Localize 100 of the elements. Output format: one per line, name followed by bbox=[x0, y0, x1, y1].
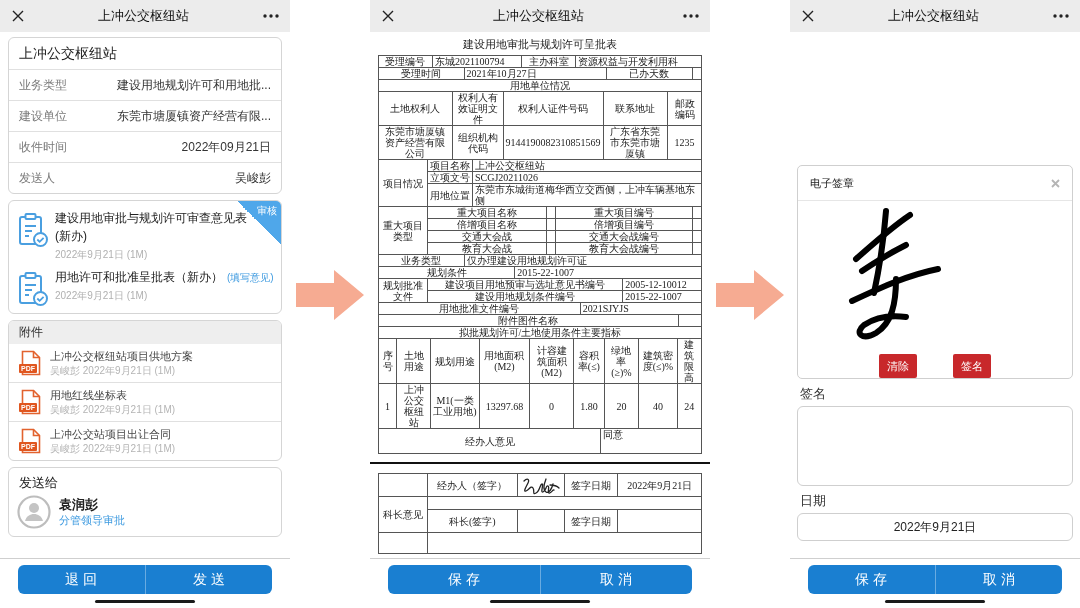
table-cell: 倍增项目名称 bbox=[427, 218, 547, 231]
more-icon[interactable] bbox=[263, 14, 279, 18]
table-cell: 同意 bbox=[600, 428, 702, 454]
table-cell: 序号 bbox=[378, 338, 397, 384]
table-cell: 用地面积(M2) bbox=[479, 338, 530, 384]
table-cell: 仅办理建设用地规划许可证 bbox=[464, 254, 702, 267]
table-cell: 拟批规划许可/土地使用条件主要指标 bbox=[378, 326, 702, 339]
attachment-name[interactable]: 上冲公交枢纽站项目供地方案 bbox=[50, 348, 193, 364]
table-cell: 业务类型 bbox=[378, 254, 464, 267]
page-title: 上冲公交枢纽站 bbox=[97, 7, 190, 25]
action-button[interactable]: 取 消 bbox=[934, 565, 1062, 594]
table-cell: 重大项目名称 bbox=[427, 206, 547, 219]
table-cell: 权利人有效证明文件 bbox=[452, 91, 503, 126]
table-cell: 绿地率(≥)% bbox=[604, 338, 639, 384]
action-button[interactable]: 保 存 bbox=[808, 565, 935, 594]
field-value: 2022年09月21日 bbox=[181, 138, 271, 156]
table-cell: 项目情况 bbox=[378, 159, 428, 207]
action-button[interactable]: 取 消 bbox=[539, 565, 692, 594]
table-cell: 2015-22-1007 bbox=[622, 290, 702, 303]
avatar-icon bbox=[17, 495, 51, 529]
table-cell: 东城2021100794 bbox=[432, 55, 522, 68]
field-label: 签名 bbox=[800, 386, 827, 402]
more-icon[interactable] bbox=[683, 14, 699, 18]
table-cell: 科长(签字) bbox=[427, 509, 518, 533]
table-cell: 建设项目用地预审与选址意见书编号 bbox=[427, 278, 623, 291]
attachment-meta: 吴峻彭 2022年9月21日 (1M) bbox=[50, 403, 176, 417]
table-cell: 经办人（签字） bbox=[427, 473, 518, 497]
table-cell: 2021SJYJS bbox=[580, 302, 702, 315]
table-cell: 重大项目编号 bbox=[555, 206, 693, 219]
table-cell: 计容建筑面积(M2) bbox=[529, 338, 574, 384]
form-date: 2022年9月21日 (1M) bbox=[55, 248, 149, 262]
table-cell: 重大项目类型 bbox=[378, 206, 428, 255]
table-cell: 土地权利人 bbox=[378, 91, 452, 126]
table-cell: 立项文号 bbox=[427, 171, 473, 184]
table-cell: 东莞市塘厦镇资产经营有限公司 bbox=[378, 125, 452, 160]
table-cell: 签字日期 bbox=[564, 473, 618, 497]
fill-opinion-link[interactable]: (填写意见) bbox=[227, 271, 274, 285]
form-date: 2022年9月21日 (1M) bbox=[55, 289, 149, 303]
table-cell: 容积率(≤) bbox=[573, 338, 604, 384]
dialog-button[interactable]: 签名 bbox=[953, 354, 991, 378]
table-cell: 9144190082310851569 bbox=[503, 125, 603, 160]
field-value: 东莞市塘厦镇资产经营有限... bbox=[117, 107, 271, 125]
table-cell: 权利人证件号码 bbox=[503, 91, 603, 126]
table-cell: 2022年9月21日 bbox=[617, 473, 702, 497]
recipient-name: 袁润彭 bbox=[59, 496, 99, 513]
section-title: 发送给 bbox=[18, 474, 59, 492]
table-cell: 科长意见 bbox=[378, 496, 428, 533]
form-title[interactable]: 建设用地审批与规划许可审查意见表(新办) bbox=[55, 209, 248, 245]
table-cell: SCGJ20211026 bbox=[472, 171, 702, 184]
table-cell: 用地单位情况 bbox=[378, 79, 702, 92]
table-cell: 交通大会战编号 bbox=[555, 230, 693, 243]
field-label: 日期 bbox=[800, 493, 827, 509]
table-cell: 联系地址 bbox=[603, 91, 668, 126]
close-icon[interactable] bbox=[382, 10, 394, 22]
right-arrow-icon bbox=[296, 270, 364, 320]
table-cell: 用地位置 bbox=[427, 183, 473, 207]
table-cell: 已办天数 bbox=[606, 67, 692, 80]
table-cell: 上冲公交枢纽站 bbox=[472, 159, 702, 172]
table-cell: 项目名称 bbox=[427, 159, 473, 172]
action-button[interactable]: 保 存 bbox=[388, 565, 540, 594]
table-cell: 邮政编码 bbox=[667, 91, 702, 126]
field-value: 吴峻彭 bbox=[235, 169, 271, 187]
date-field[interactable]: 2022年9月21日 bbox=[797, 513, 1073, 541]
form-title[interactable]: 用地许可和批准呈批表（新办） bbox=[55, 268, 223, 286]
field-label: 发送人 bbox=[19, 169, 55, 187]
table-cell: 主办科室 bbox=[521, 55, 576, 68]
page-title: 上冲公交枢纽站 bbox=[492, 7, 585, 25]
action-button[interactable]: 发 送 bbox=[144, 565, 272, 594]
table-cell: 2005-12-10012 bbox=[622, 278, 702, 291]
table-cell: 附件图件名称 bbox=[378, 314, 679, 327]
table-cell: 规划用途 bbox=[430, 338, 480, 384]
table-cell: 建筑限高 bbox=[677, 338, 702, 384]
field-value: 建设用地规划许可和用地批... bbox=[117, 76, 271, 94]
table-cell: 1 bbox=[378, 383, 397, 429]
close-icon[interactable] bbox=[802, 10, 814, 22]
table-cell: 资源权益与开发利用科 bbox=[575, 55, 702, 68]
right-arrow-icon bbox=[716, 270, 784, 320]
dialog-title: 电子签章 bbox=[810, 175, 854, 191]
field-label: 建设单位 bbox=[19, 107, 67, 125]
attachment-meta: 吴峻彭 2022年9月21日 (1M) bbox=[50, 442, 176, 456]
page-title: 上冲公交枢纽站 bbox=[887, 7, 980, 25]
attachment-meta: 吴峻彭 2022年9月21日 (1M) bbox=[50, 364, 177, 378]
close-icon[interactable] bbox=[12, 10, 24, 22]
table-cell: 土地用途 bbox=[396, 338, 431, 384]
attachment-name[interactable]: 上冲公交站项目出让合同 bbox=[50, 426, 176, 442]
signature-text-field[interactable] bbox=[797, 406, 1073, 486]
table-cell: 交通大会战 bbox=[427, 230, 547, 243]
dialog-button[interactable]: 清除 bbox=[879, 354, 917, 378]
table-cell: 规划批准文件 bbox=[378, 278, 428, 303]
table-cell: 规划条件 bbox=[378, 266, 515, 279]
action-button[interactable]: 退 回 bbox=[18, 565, 145, 594]
table-cell: 2015-22-1007 bbox=[514, 266, 702, 279]
attachment-name[interactable]: 用地红线坐标表 bbox=[50, 387, 176, 403]
field-label: 业务类型 bbox=[19, 76, 67, 94]
recipient-role: 分管领导审批 bbox=[59, 513, 125, 528]
table-cell: M1(一类工业用地) bbox=[430, 383, 480, 429]
table-cell: 东莞市东城街道梅华西立交西侧，上冲车辆基地东侧 bbox=[472, 183, 702, 207]
more-icon[interactable] bbox=[1053, 14, 1069, 18]
table-cell: 签字日期 bbox=[564, 509, 618, 533]
table-cell: 2021年10月27日 bbox=[464, 67, 607, 80]
